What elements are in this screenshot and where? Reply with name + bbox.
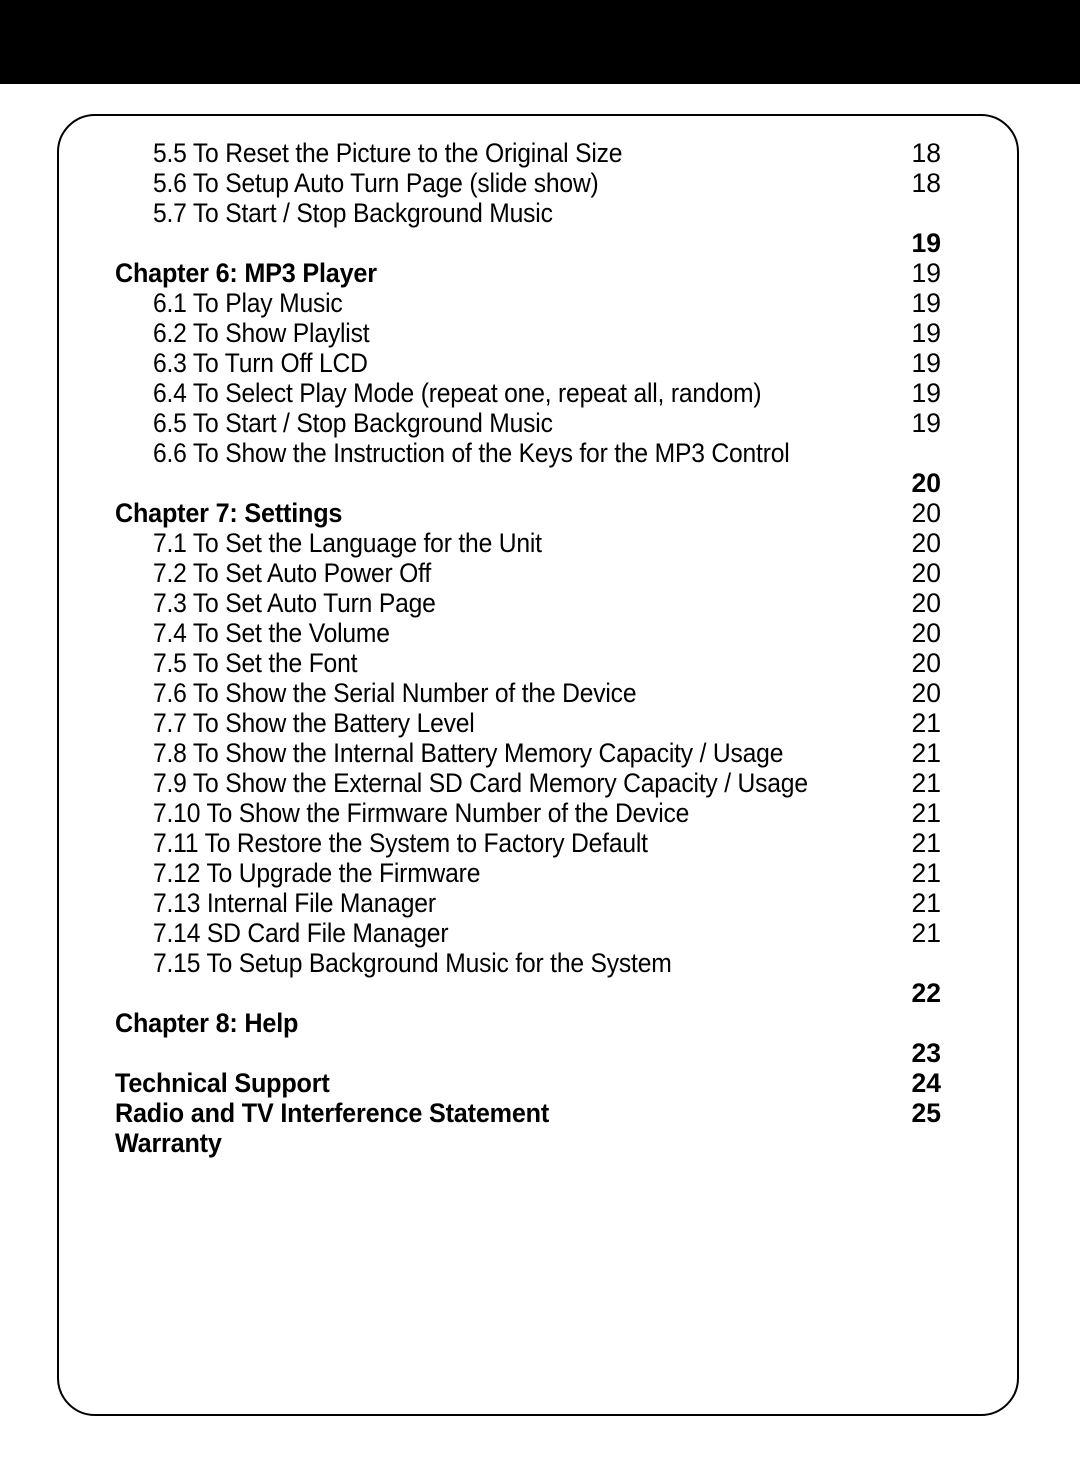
toc-entry-title: 7.11 To Restore the System to Factory De… (153, 828, 648, 858)
toc-page-number: 19 (911, 288, 941, 318)
toc-entry-title: 6.4 To Select Play Mode (repeat one, rep… (153, 378, 762, 408)
toc-chapter-entry: Chapter 8: Help (0, 1008, 1080, 1038)
toc-chapter-entry: Warranty (0, 1128, 1080, 1158)
toc-section-entry: 7.8 To Show the Internal Battery Memory … (0, 738, 1080, 768)
toc-entry-title: 7.13 Internal File Manager (153, 888, 436, 918)
toc-entry-title: 7.15 To Setup Background Music for the S… (153, 948, 672, 978)
toc-page-number: 22 (911, 978, 941, 1008)
toc-page-number: 24 (911, 1068, 941, 1098)
toc-entry-title: 5.7 To Start / Stop Background Music (153, 198, 553, 228)
toc-page-number: 21 (911, 828, 941, 858)
toc-section-entry: 7.9 To Show the External SD Card Memory … (0, 768, 1080, 798)
toc-page-number-row: 23 (0, 1038, 1080, 1068)
toc-section-entry: 7.14 SD Card File Manager 21 (0, 918, 1080, 948)
toc-entry-title: 7.4 To Set the Volume (153, 618, 390, 648)
toc-entry-title: 5.5 To Reset the Picture to the Original… (153, 138, 623, 168)
toc-chapter-entry: Chapter 7: Settings 20 (0, 498, 1080, 528)
toc-page-number: 21 (911, 918, 941, 948)
toc-page-number: 20 (911, 588, 941, 618)
toc-page-number: 19 (911, 258, 941, 288)
toc-entry-title: 7.9 To Show the External SD Card Memory … (153, 768, 808, 798)
toc-entry-title: 7.3 To Set Auto Turn Page (153, 588, 436, 618)
toc-section-entry: 5.6 To Setup Auto Turn Page (slide show)… (0, 168, 1080, 198)
toc-entry-title: Technical Support (115, 1068, 330, 1098)
toc-page-number-row: 22 (0, 978, 1080, 1008)
toc-section-entry: 7.1 To Set the Language for the Unit 20 (0, 528, 1080, 558)
toc-page-number: 19 (911, 408, 941, 438)
toc-page-number: 19 (911, 348, 941, 378)
toc-page-number-row: 20 (0, 468, 1080, 498)
toc-section-entry: 7.7 To Show the Battery Level 21 (0, 708, 1080, 738)
toc-entry-title: 6.2 To Show Playlist (153, 318, 370, 348)
toc-page-number: 19 (911, 378, 941, 408)
toc-page-number: 20 (911, 528, 941, 558)
toc-section-entry: 7.4 To Set the Volume 20 (0, 618, 1080, 648)
toc-section-entry: 6.6 To Show the Instruction of the Keys … (0, 438, 1080, 468)
toc-page-number: 20 (911, 498, 941, 528)
toc-chapter-entry: Radio and TV Interference Statement 25 (0, 1098, 1080, 1128)
toc-page-number: 21 (911, 888, 941, 918)
toc-page-number: 25 (911, 1098, 941, 1128)
toc-section-entry: 7.12 To Upgrade the Firmware 21 (0, 858, 1080, 888)
toc-entry-title: Warranty (115, 1128, 222, 1158)
toc-section-entry: 6.1 To Play Music 19 (0, 288, 1080, 318)
toc-entry-title: Chapter 7: Settings (115, 498, 343, 528)
toc-chapter-entry: Chapter 6: MP3 Player 19 (0, 258, 1080, 288)
toc-section-entry: 7.2 To Set Auto Power Off 20 (0, 558, 1080, 588)
toc-page-number: 21 (911, 858, 941, 888)
toc-entry-title: 7.10 To Show the Firmware Number of the … (153, 798, 690, 828)
toc-section-entry: 6.4 To Select Play Mode (repeat one, rep… (0, 378, 1080, 408)
toc-chapter-entry: Technical Support 24 (0, 1068, 1080, 1098)
toc-section-entry: 6.2 To Show Playlist 19 (0, 318, 1080, 348)
toc-page-number: 20 (911, 468, 941, 498)
toc-page-number: 20 (911, 648, 941, 678)
toc-entry-title: 7.1 To Set the Language for the Unit (153, 528, 542, 558)
toc-section-entry: 7.15 To Setup Background Music for the S… (0, 948, 1080, 978)
toc-entry-title: 7.5 To Set the Font (153, 648, 358, 678)
toc-entry-title: 5.6 To Setup Auto Turn Page (slide show) (153, 168, 599, 198)
toc-page-number: 21 (911, 738, 941, 768)
toc-page-number-row: 19 (0, 228, 1080, 258)
toc-page-number: 21 (911, 768, 941, 798)
toc-entry-title: Chapter 8: Help (115, 1008, 299, 1038)
toc-entry-title: 6.5 To Start / Stop Background Music (153, 408, 553, 438)
toc-page-number: 19 (911, 228, 941, 258)
toc-entry-title: 7.8 To Show the Internal Battery Memory … (153, 738, 784, 768)
toc-section-entry: 7.5 To Set the Font 20 (0, 648, 1080, 678)
header-band (0, 0, 1080, 84)
toc-section-entry: 6.3 To Turn Off LCD 19 (0, 348, 1080, 378)
toc-entry-title: 7.7 To Show the Battery Level (153, 708, 475, 738)
toc-section-entry: 7.3 To Set Auto Turn Page 20 (0, 588, 1080, 618)
toc-page-number: 21 (911, 798, 941, 828)
toc-section-entry: 5.7 To Start / Stop Background Music (0, 198, 1080, 228)
toc-entry-title: 7.12 To Upgrade the Firmware (153, 858, 481, 888)
toc-entry-title: 6.1 To Play Music (153, 288, 343, 318)
toc-page-number: 20 (911, 618, 941, 648)
toc-section-entry: 7.10 To Show the Firmware Number of the … (0, 798, 1080, 828)
toc-page-number: 21 (911, 708, 941, 738)
toc-entry-title: 6.6 To Show the Instruction of the Keys … (153, 438, 790, 468)
toc-entry-title: 7.14 SD Card File Manager (153, 918, 449, 948)
toc-entry-title: Radio and TV Interference Statement (115, 1098, 550, 1128)
toc-section-entry: 7.6 To Show the Serial Number of the Dev… (0, 678, 1080, 708)
toc-section-entry: 7.13 Internal File Manager 21 (0, 888, 1080, 918)
toc-entry-title: 7.6 To Show the Serial Number of the Dev… (153, 678, 637, 708)
table-of-contents: 5.5 To Reset the Picture to the Original… (0, 138, 1080, 1158)
toc-page-number: 18 (911, 138, 941, 168)
toc-page-number: 19 (911, 318, 941, 348)
toc-section-entry: 7.11 To Restore the System to Factory De… (0, 828, 1080, 858)
toc-section-entry: 6.5 To Start / Stop Background Music 19 (0, 408, 1080, 438)
toc-page-number: 20 (911, 678, 941, 708)
toc-entry-title: 6.3 To Turn Off LCD (153, 348, 368, 378)
toc-page-number: 18 (911, 168, 941, 198)
toc-entry-title: Chapter 6: MP3 Player (115, 258, 377, 288)
toc-entry-title: 7.2 To Set Auto Power Off (153, 558, 432, 588)
toc-page-number: 20 (911, 558, 941, 588)
toc-section-entry: 5.5 To Reset the Picture to the Original… (0, 138, 1080, 168)
toc-page-number: 23 (911, 1038, 941, 1068)
